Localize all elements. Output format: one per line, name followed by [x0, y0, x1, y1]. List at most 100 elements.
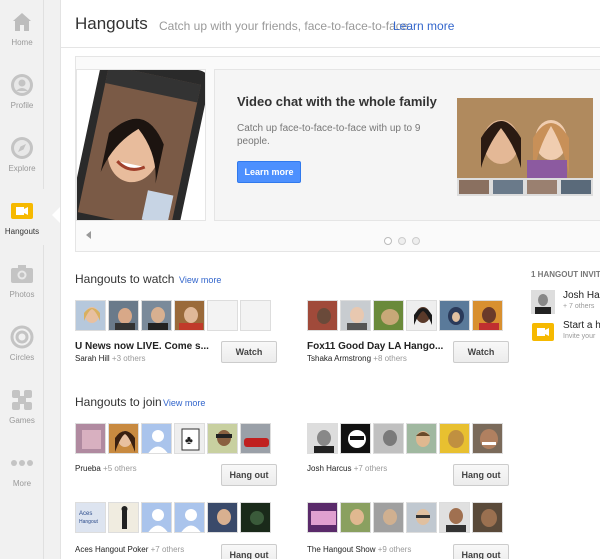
invite-item[interactable]: Josh Har + 7 others: [531, 290, 600, 319]
svg-text:♣: ♣: [185, 433, 193, 447]
sidebar-item-hangouts[interactable]: Hangouts: [0, 189, 44, 245]
avatar[interactable]: [108, 502, 139, 533]
avatar[interactable]: [406, 300, 437, 331]
sidebar-item-label: Home: [11, 38, 33, 47]
avatar[interactable]: [307, 423, 338, 454]
avatar[interactable]: [472, 423, 503, 454]
avatar[interactable]: Aces Hangout: [75, 502, 106, 533]
host-name[interactable]: Aces Hangout Poker: [75, 545, 148, 554]
sidebar-item-home[interactable]: Home: [0, 0, 44, 56]
avatar[interactable]: [406, 502, 437, 533]
page-subtitle: Catch up with your friends, face-to-face…: [159, 19, 412, 33]
avatar-row: Aces Hangout: [75, 502, 273, 534]
sidebar-item-label: Photos: [9, 290, 35, 299]
avatar[interactable]: [207, 502, 238, 533]
carousel-prev-button[interactable]: [86, 231, 91, 239]
hang-out-button[interactable]: Hang out: [453, 544, 509, 559]
carousel-dot[interactable]: [412, 237, 420, 245]
avatar[interactable]: [439, 502, 470, 533]
promo-carousel: Video chat with the whole family Catch u…: [75, 56, 600, 252]
hang-out-button[interactable]: Hang out: [453, 464, 509, 486]
avatar[interactable]: [406, 423, 437, 454]
invite-sub: + 7 others: [563, 303, 595, 310]
avatar[interactable]: [75, 300, 106, 331]
watch-view-more-link[interactable]: View more: [179, 275, 221, 285]
hangout-host: Tshaka Armstrong +8 others: [307, 354, 407, 363]
profile-icon: [11, 74, 33, 96]
hangout-invites-title: 1 HANGOUT INVIT: [531, 270, 600, 279]
start-hangout-sub: Invite your: [563, 333, 596, 340]
watch-button[interactable]: Watch: [221, 341, 277, 363]
avatar[interactable]: [472, 502, 503, 533]
avatar[interactable]: [340, 502, 371, 533]
avatar[interactable]: [439, 300, 470, 331]
avatar[interactable]: [240, 502, 271, 533]
host-name[interactable]: Sarah Hill: [75, 354, 110, 363]
sidebar-item-photos[interactable]: Photos: [0, 252, 44, 308]
learn-more-link[interactable]: Learn more: [393, 19, 454, 33]
circles-icon: [10, 325, 34, 349]
sidebar-item-label: Games: [9, 416, 35, 425]
promo-learn-more-button[interactable]: Learn more: [237, 161, 301, 183]
host-name[interactable]: Tshaka Armstrong: [307, 354, 371, 363]
avatar[interactable]: [373, 300, 404, 331]
hang-out-button[interactable]: Hang out: [221, 464, 277, 486]
avatar[interactable]: [373, 423, 404, 454]
host-name[interactable]: The Hangout Show: [307, 545, 376, 554]
avatar-placeholder[interactable]: [141, 423, 172, 454]
hangout-host: Josh Harcus +7 others: [307, 464, 387, 473]
avatar-empty-slot: [240, 300, 271, 331]
sidebar-item-label: Profile: [10, 101, 34, 110]
avatar[interactable]: [240, 423, 271, 454]
avatar-row: [307, 423, 505, 455]
more-icon: [11, 460, 33, 466]
host-name[interactable]: Prueba: [75, 464, 101, 473]
watch-section-title: Hangouts to watch: [75, 272, 175, 286]
avatar[interactable]: [472, 300, 503, 331]
avatar[interactable]: [340, 300, 371, 331]
avatar-placeholder[interactable]: [174, 502, 205, 533]
avatar[interactable]: [108, 423, 139, 454]
host-name[interactable]: Josh Harcus: [307, 464, 351, 473]
start-hangout-item[interactable]: Start a h Invite your: [531, 320, 600, 349]
others-count: +3 others: [111, 354, 146, 363]
others-count: +5 others: [103, 464, 137, 473]
sidebar-item-explore[interactable]: Explore: [0, 126, 44, 182]
avatar[interactable]: [307, 502, 338, 533]
avatar-row: ♣: [75, 423, 273, 455]
hangout-host: Aces Hangout Poker +7 others: [75, 545, 184, 554]
hangout-host: Sarah Hill +3 others: [75, 354, 146, 363]
hangout-host: Prueba +5 others: [75, 464, 137, 473]
games-icon: [12, 390, 32, 410]
hangout-host: The Hangout Show +9 others: [307, 545, 411, 554]
hang-out-button[interactable]: Hang out: [221, 544, 277, 559]
join-section-title: Hangouts to join: [75, 395, 162, 409]
avatar[interactable]: [75, 423, 106, 454]
hangout-title[interactable]: Fox11 Good Day LA Hango...: [307, 341, 449, 352]
active-indicator: [52, 207, 60, 223]
avatar-row: [75, 300, 273, 332]
others-count: +8 others: [373, 354, 407, 363]
watch-button[interactable]: Watch: [453, 341, 509, 363]
carousel-dot[interactable]: [384, 237, 392, 245]
hangout-title[interactable]: U News now LIVE. Come s...: [75, 341, 217, 352]
avatar[interactable]: [439, 423, 470, 454]
avatar[interactable]: [307, 300, 338, 331]
avatar[interactable]: [373, 502, 404, 533]
avatar[interactable]: [340, 423, 371, 454]
sidebar-item-games[interactable]: Games: [0, 378, 44, 434]
svg-text:Aces: Aces: [79, 511, 92, 517]
others-count: +7 others: [353, 464, 388, 473]
avatar[interactable]: ♣: [174, 423, 205, 454]
sidebar-item-circles[interactable]: Circles: [0, 315, 44, 371]
avatar[interactable]: [141, 300, 172, 331]
avatar[interactable]: [174, 300, 205, 331]
avatar[interactable]: [108, 300, 139, 331]
sidebar-item-profile[interactable]: Profile: [0, 63, 44, 119]
promo-card: Video chat with the whole family Catch u…: [214, 69, 600, 221]
carousel-dot[interactable]: [398, 237, 406, 245]
avatar-placeholder[interactable]: [141, 502, 172, 533]
join-view-more-link[interactable]: View more: [163, 398, 205, 408]
sidebar-item-more[interactable]: More: [0, 441, 44, 497]
avatar[interactable]: [207, 423, 238, 454]
